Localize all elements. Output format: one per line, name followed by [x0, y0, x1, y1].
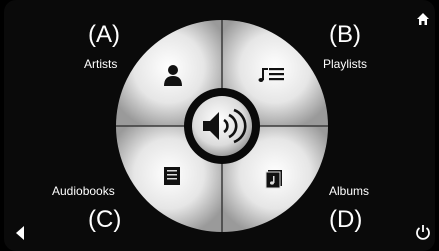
media-wheel	[116, 20, 328, 232]
playlists-label[interactable]: Playlists	[323, 57, 367, 71]
back-arrow-icon[interactable]	[16, 226, 26, 240]
book-icon	[164, 167, 180, 185]
callout-a: (A)	[88, 21, 120, 48]
power-icon[interactable]	[415, 224, 431, 240]
albums-label[interactable]: Albums	[329, 184, 369, 198]
home-icon[interactable]	[416, 12, 430, 26]
callout-b: (B)	[329, 21, 361, 48]
callout-d: (D)	[329, 206, 363, 233]
album-icon	[265, 170, 282, 189]
artists-label[interactable]: Artists	[84, 57, 117, 71]
center-speaker-button[interactable]	[192, 96, 252, 156]
callout-c: (C)	[88, 206, 122, 233]
audiobooks-label[interactable]: Audiobooks	[52, 184, 115, 198]
playlist-icon	[258, 68, 284, 82]
media-menu-screen: (A) (B) (C) (D) Artists Playlists Audiob…	[4, 0, 435, 251]
